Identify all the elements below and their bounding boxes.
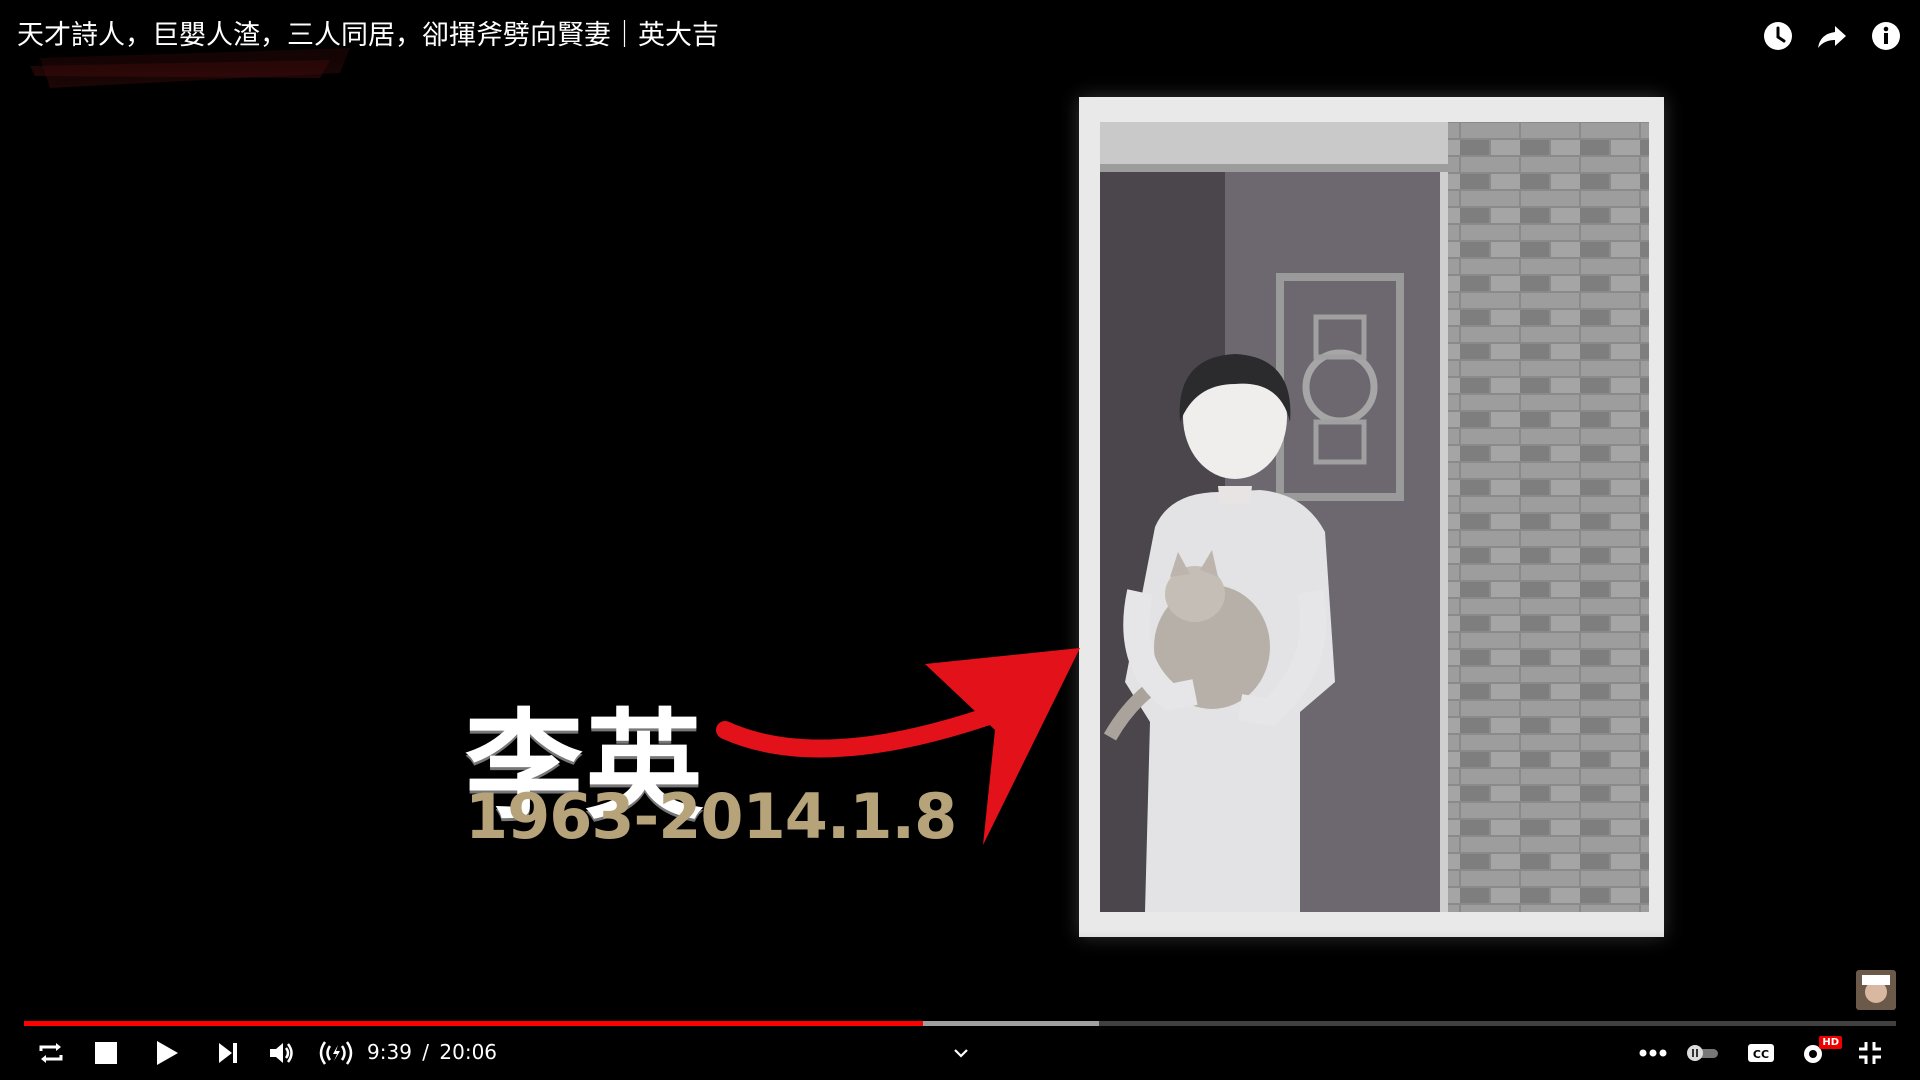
player-controls: CC HD — [0, 1030, 1920, 1076]
watch-later-icon — [1764, 22, 1792, 50]
top-actions — [1762, 16, 1902, 56]
expand-chevron-button[interactable] — [950, 1030, 972, 1076]
next-button[interactable] — [212, 1030, 244, 1076]
current-time: 9:39 — [367, 1040, 412, 1064]
share-button[interactable] — [1816, 16, 1848, 56]
loop-icon — [39, 1043, 63, 1063]
time-separator: / — [422, 1040, 430, 1064]
duration: 20:06 — [439, 1040, 498, 1064]
time-display: 9:39 / 20:06 — [367, 1039, 497, 1065]
exit-fullscreen-icon — [1859, 1042, 1881, 1064]
share-icon — [1818, 26, 1846, 48]
autoplay-toggle-icon — [1687, 1045, 1718, 1061]
hd-badge: HD — [1819, 1036, 1842, 1049]
watch-later-button[interactable] — [1762, 16, 1794, 56]
captions-button[interactable]: CC — [1744, 1030, 1778, 1076]
progress-bar[interactable] — [24, 1021, 1896, 1026]
svg-text:CC: CC — [1753, 1048, 1769, 1061]
subject-dates: 1963-2014.1.8 — [465, 780, 957, 853]
stop-button[interactable] — [90, 1030, 122, 1076]
portrait-photo — [1100, 122, 1649, 912]
chevron-down-icon — [954, 1049, 968, 1058]
live-signal-icon — [319, 1041, 353, 1065]
stop-icon — [95, 1042, 117, 1064]
exit-fullscreen-button[interactable] — [1852, 1030, 1888, 1076]
captions-icon: CC — [1748, 1044, 1774, 1062]
channel-avatar[interactable] — [1856, 970, 1896, 1010]
video-frame[interactable]: 李英 1963-2014.1.8 — [0, 0, 1920, 1080]
info-icon — [1872, 22, 1900, 50]
loop-button[interactable] — [33, 1030, 69, 1076]
next-icon — [219, 1043, 237, 1063]
settings-button[interactable]: HD — [1796, 1030, 1842, 1076]
volume-button[interactable] — [265, 1030, 297, 1076]
more-icon — [1639, 1049, 1667, 1057]
play-button[interactable] — [148, 1030, 184, 1076]
volume-icon — [270, 1043, 293, 1063]
play-icon — [157, 1041, 178, 1065]
video-title[interactable]: 天才詩人，巨嬰人渣，三人同居，卻揮斧劈向賢妻｜英大吉 — [17, 18, 719, 54]
info-button[interactable] — [1870, 16, 1902, 56]
more-button[interactable] — [1636, 1030, 1670, 1076]
autoplay-toggle[interactable] — [1684, 1030, 1720, 1076]
progress-played — [24, 1021, 923, 1026]
live-signal-button[interactable] — [316, 1030, 356, 1076]
